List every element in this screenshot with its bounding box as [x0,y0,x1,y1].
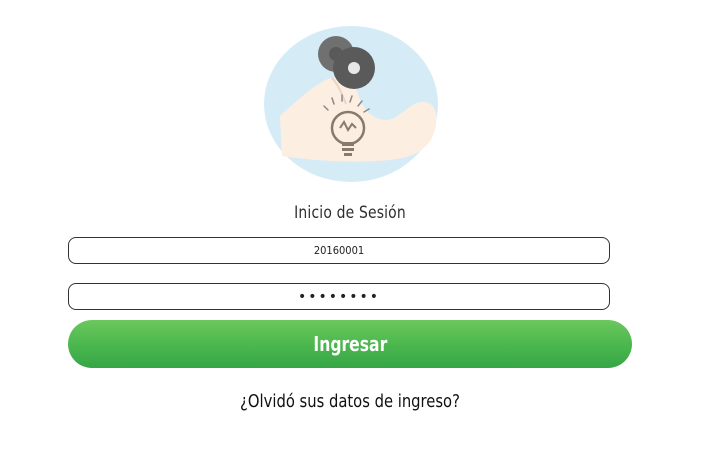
login-submit-button[interactable]: Ingresar [68,320,632,368]
login-page: Inicio de Sesión Ingresar ¿Olvidó sus da… [0,0,709,469]
login-title: Inicio de Sesión [294,203,406,223]
username-field[interactable] [68,237,610,264]
strong-arm-logo-icon [264,26,438,182]
password-field[interactable] [68,283,610,310]
login-submit-label: Ingresar [313,332,387,356]
forgot-credentials-link[interactable]: ¿Olvidó sus datos de ingreso? [63,391,637,412]
